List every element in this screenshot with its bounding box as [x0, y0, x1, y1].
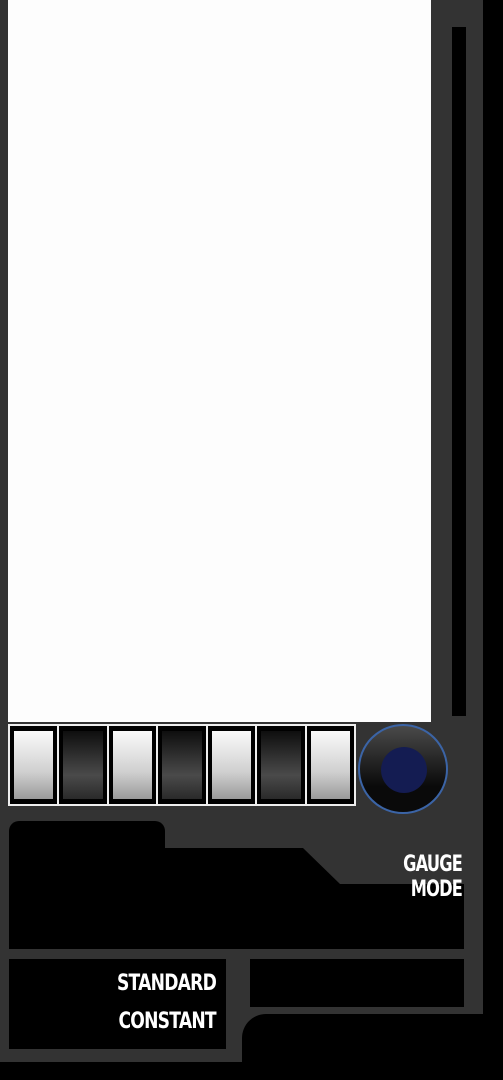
switch-face — [63, 731, 103, 799]
mode-box[interactable]: STANDARD CONSTANT — [9, 959, 226, 1049]
toggle-switch-6[interactable] — [257, 726, 305, 804]
switch-bank — [8, 724, 356, 806]
display-screen — [8, 0, 431, 722]
mode-constant-label: CONSTANT — [118, 1009, 217, 1034]
toggle-switch-7[interactable] — [306, 726, 354, 804]
toggle-switch-3[interactable] — [108, 726, 157, 804]
secondary-display — [250, 959, 464, 1007]
gauge-mode-label: GAUGE MODE — [403, 852, 463, 902]
switch-face — [211, 731, 252, 799]
switch-face — [310, 731, 350, 799]
toggle-switch-4[interactable] — [158, 726, 206, 804]
mode-standard-label: STANDARD — [116, 971, 217, 996]
switch-face — [162, 731, 202, 799]
bottom-edge — [0, 1062, 503, 1080]
knob-center — [381, 747, 427, 793]
toggle-switch-1[interactable] — [10, 726, 58, 804]
toggle-switch-2[interactable] — [59, 726, 107, 804]
switch-face — [112, 731, 153, 799]
switch-face — [14, 731, 54, 799]
switch-face — [261, 731, 301, 799]
vertical-slider-track[interactable] — [452, 27, 466, 716]
toggle-switch-5[interactable] — [207, 726, 256, 804]
rotary-knob[interactable] — [358, 724, 448, 814]
